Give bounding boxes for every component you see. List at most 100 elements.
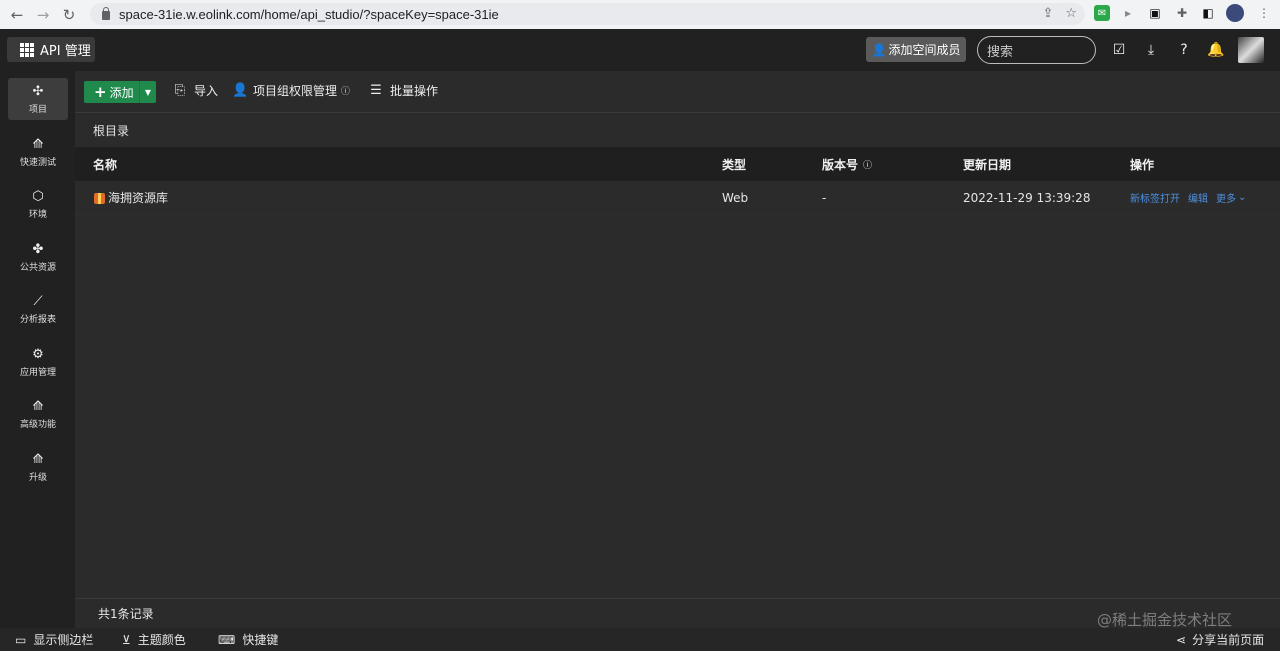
import-button[interactable]: ⎘ 导入 [173, 82, 218, 99]
user-icon: 👤 [232, 83, 249, 98]
back-icon[interactable]: ← [4, 2, 30, 28]
puzzle-icon[interactable]: ✚ [1174, 5, 1190, 21]
sidepanel-icon[interactable]: ◧ [1200, 5, 1216, 21]
puzzle-icon: ✤ [32, 241, 44, 257]
plus-icon: + [94, 83, 107, 101]
watermark: @稀土掘金技术社区 [1097, 611, 1233, 629]
info-icon: ⓘ [863, 160, 873, 171]
show-sidebar-label: 显示侧边栏 [33, 633, 94, 647]
batch-label: 批量操作 [390, 84, 439, 98]
gift-icon [94, 193, 105, 204]
sidebar-item-label: 高级功能 [19, 419, 56, 430]
share-label: 分享当前页面 [1192, 633, 1265, 647]
keyboard-icon: ⌨ [218, 632, 236, 647]
download-icon[interactable]: ⤓ [1142, 41, 1160, 59]
sidebar-item-app-management[interactable]: ⚙ 应用管理 [8, 341, 68, 383]
open-in-new-tab-link[interactable]: 新标签打开 [1130, 190, 1180, 205]
address-bar[interactable]: space-31ie.w.eolink.com/home/api_studio/… [90, 3, 1085, 25]
sidebar-item-label: 应用管理 [19, 367, 56, 378]
sidebar-item-public-resources[interactable]: ✤ 公共资源 [8, 236, 68, 278]
sidebar-item-upgrade[interactable]: ⟰ 升级 [8, 446, 68, 488]
extension-icon[interactable]: ✉ [1094, 5, 1110, 21]
search-placeholder: 搜索 [987, 44, 1014, 60]
import-icon: ⎘ [174, 83, 186, 98]
list-icon: ☰ [370, 83, 382, 98]
url-text: space-31ie.w.eolink.com/home/api_studio/… [119, 6, 499, 22]
extension-icon[interactable]: ▣ [1147, 5, 1163, 21]
share-icon[interactable]: ⇪ [1042, 6, 1053, 21]
breadcrumb-root[interactable]: 根目录 [93, 122, 129, 139]
task-icon[interactable]: ☑ [1110, 41, 1128, 59]
project-updated: 2022-11-29 13:39:28 [963, 190, 1091, 205]
shortcuts-button[interactable]: ⌨ 快捷键 [218, 631, 278, 648]
grid-icon [20, 42, 34, 57]
cursor-extension-icon[interactable]: ▸ [1120, 5, 1136, 21]
browser-toolbar: ← → ↻ space-31ie.w.eolink.com/home/api_s… [0, 0, 1280, 29]
help-icon[interactable]: ? [1175, 41, 1193, 59]
more-link[interactable]: 更多 [1216, 190, 1236, 205]
profile-avatar[interactable] [1226, 4, 1244, 22]
forward-icon[interactable]: → [30, 2, 56, 28]
bell-icon[interactable]: 🔔 [1207, 41, 1225, 59]
column-header-name[interactable]: 名称 [93, 156, 117, 173]
app-switcher-button[interactable]: API 管理 [7, 37, 95, 62]
add-label: 添加 [109, 85, 134, 100]
shortcuts-label: 快捷键 [242, 633, 279, 647]
project-type: Web [722, 190, 749, 205]
chevron-down-icon[interactable]: ⌄ [1238, 192, 1246, 203]
rocket-icon: ⟰ [32, 398, 44, 414]
show-sidebar-button[interactable]: ▭ 显示侧边栏 [15, 631, 93, 648]
sidebar-item-label: 升级 [28, 472, 47, 483]
edit-link[interactable]: 编辑 [1188, 190, 1208, 205]
app-label: API 管理 [40, 44, 91, 59]
sidebar-item-label: 环境 [28, 209, 47, 220]
search-input[interactable]: 搜索 [977, 36, 1096, 64]
share-icon: ⋖ [1176, 632, 1187, 647]
invite-label: 添加空间成员 [888, 43, 961, 57]
theme-color-button[interactable]: ⊻ 主题颜色 [122, 631, 186, 648]
permission-label: 项目组权限管理 [253, 84, 338, 98]
chart-icon: ⟋ [33, 293, 43, 309]
chevron-down-icon[interactable]: ▼ [139, 81, 156, 103]
toolbar: + 添加 ▼ ⎘ 导入 👤 项目组权限管理 ⓘ ☰ 批量操作 [75, 71, 1280, 112]
sidebar-item-label: 快速测试 [19, 157, 56, 168]
project-icon: ✣ [32, 83, 44, 99]
sidebar: ✣ 项目 ⟰ 快速测试 ⬡ 环境 ✤ 公共资源 ⟋ 分析报表 ⚙ 应用管理 ⟰ … [0, 71, 75, 628]
main-content: + 添加 ▼ ⎘ 导入 👤 项目组权限管理 ⓘ ☰ 批量操作 根目录 名称 类型 … [75, 71, 1280, 628]
project-version: - [822, 190, 827, 205]
menu-icon[interactable]: ⋮ [1256, 5, 1272, 21]
sidebar-item-environment[interactable]: ⬡ 环境 [8, 183, 68, 225]
batch-button[interactable]: ☰ 批量操作 [369, 82, 438, 99]
add-button[interactable]: + 添加 ▼ [84, 81, 156, 103]
theme-color-label: 主题颜色 [137, 633, 186, 647]
avatar[interactable] [1238, 37, 1264, 63]
sidebar-item-quick-test[interactable]: ⟰ 快速测试 [8, 131, 68, 173]
table-row[interactable]: 海拥资源库 Web - 2022-11-29 13:39:28 新标签打开 编辑… [75, 181, 1280, 215]
sidebar-item-label: 项目 [28, 104, 47, 115]
rocket-icon: ⟰ [32, 451, 44, 467]
reload-icon[interactable]: ↻ [56, 2, 82, 28]
permission-button[interactable]: 👤 项目组权限管理 ⓘ [232, 82, 350, 99]
lock-icon [102, 6, 110, 20]
star-icon[interactable]: ☆ [1065, 6, 1077, 21]
sidebar-item-advanced[interactable]: ⟰ 高级功能 [8, 393, 68, 435]
info-icon: ⓘ [341, 87, 351, 97]
column-header-version[interactable]: 版本号 [822, 156, 858, 173]
sidebar-icon: ▭ [15, 632, 27, 647]
column-header-type[interactable]: 类型 [722, 156, 746, 173]
table-header: 名称 类型 版本号 ⓘ 更新日期 操作 [75, 147, 1280, 181]
import-label: 导入 [194, 84, 219, 98]
sidebar-item-label: 分析报表 [19, 314, 56, 325]
column-header-actions: 操作 [1130, 157, 1155, 172]
gear-icon: ⚙ [32, 346, 44, 362]
share-page-button[interactable]: ⋖ 分享当前页面 [1176, 631, 1264, 648]
column-header-updated[interactable]: 更新日期 [963, 156, 1011, 173]
sidebar-item-reports[interactable]: ⟋ 分析报表 [8, 288, 68, 330]
app-header: API 管理 👤 添加空间成员 搜索 ☑ ⤓ ? 🔔 [0, 29, 1280, 71]
row-actions: 新标签打开 编辑 更多 ⌄ [1130, 190, 1254, 205]
project-name[interactable]: 海拥资源库 [108, 189, 168, 206]
invite-member-button[interactable]: 👤 添加空间成员 [866, 37, 966, 62]
sidebar-item-project[interactable]: ✣ 项目 [8, 78, 68, 120]
project-name-cell[interactable]: 海拥资源库 [94, 189, 168, 206]
breadcrumb: 根目录 [75, 112, 1280, 147]
